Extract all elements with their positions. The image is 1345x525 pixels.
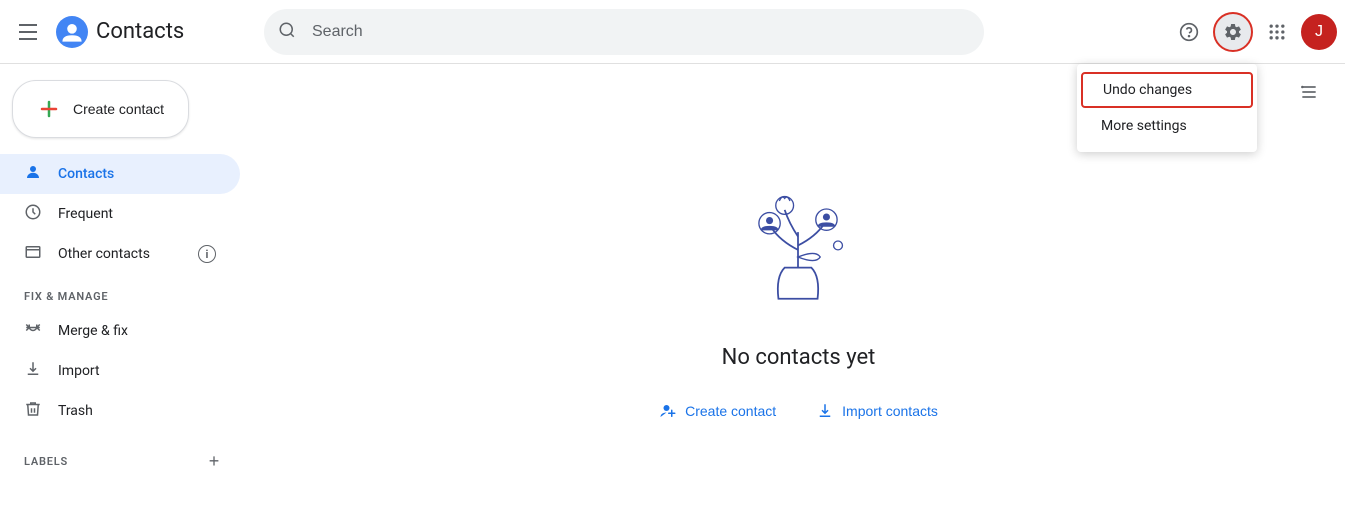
create-contact-button[interactable]: Create contact [12,80,189,138]
sidebar-item-import[interactable]: Import [0,351,240,391]
help-button[interactable] [1169,12,1209,52]
merge-label: Merge & fix [58,323,128,339]
import-icon [24,360,42,382]
add-label-button[interactable]: + [200,447,228,475]
other-contacts-icon [24,243,42,265]
info-icon[interactable]: i [198,245,216,263]
undo-changes-item[interactable]: Undo changes [1081,72,1253,108]
other-contacts-label: Other contacts [58,246,150,262]
empty-illustration [728,161,868,321]
contacts-logo-icon [56,16,88,48]
history-icon [24,203,42,225]
search-bar-container [264,9,984,55]
menu-button[interactable] [8,12,48,52]
contacts-label: Contacts [58,166,114,182]
import-contacts-link[interactable]: Import contacts [808,394,946,428]
import-contacts-link-label: Import contacts [842,403,938,419]
header-left: Contacts [8,12,248,52]
empty-state: No contacts yet Create contact [651,161,946,428]
plus-icon [37,97,61,121]
header-right: J [1169,12,1337,52]
merge-icon [24,320,42,342]
empty-title: No contacts yet [722,345,876,370]
sidebar-item-trash[interactable]: Trash [0,391,240,431]
user-avatar-button[interactable]: J [1301,14,1337,50]
labels-section-title: Labels [24,455,68,468]
more-settings-item[interactable]: More settings [1077,108,1257,144]
sidebar: Create contact Contacts Frequent [0,64,252,525]
search-icon [278,21,296,43]
labels-header: Labels + [0,431,252,483]
search-input[interactable] [264,9,984,55]
create-contact-label: Create contact [73,101,164,117]
apps-button[interactable] [1257,12,1297,52]
frequent-label: Frequent [58,206,113,222]
header: Contacts [0,0,1345,64]
sidebar-item-frequent[interactable]: Frequent [0,194,240,234]
app-title: Contacts [96,19,184,44]
fix-manage-section-title: Fix & manage [0,274,252,311]
hamburger-icon [19,24,37,40]
trash-icon [24,400,42,422]
settings-button[interactable] [1213,12,1253,52]
sidebar-item-contacts[interactable]: Contacts [0,154,240,194]
import-icon [816,402,834,420]
app-logo: Contacts [56,16,184,48]
settings-dropdown: Undo changes More settings [1077,64,1257,152]
person-icon [24,163,42,185]
create-contact-link[interactable]: Create contact [651,394,784,428]
sidebar-item-merge[interactable]: Merge & fix [0,311,240,351]
create-contact-link-label: Create contact [685,403,776,419]
create-person-icon [659,402,677,420]
search-wrap [264,9,984,55]
list-view-button[interactable] [1289,72,1329,112]
other-contacts-left: Other contacts [24,243,150,265]
import-label: Import [58,363,100,379]
empty-actions: Create contact Import contacts [651,394,946,428]
trash-label: Trash [58,403,93,419]
sidebar-item-other-contacts[interactable]: Other contacts i [0,234,240,274]
